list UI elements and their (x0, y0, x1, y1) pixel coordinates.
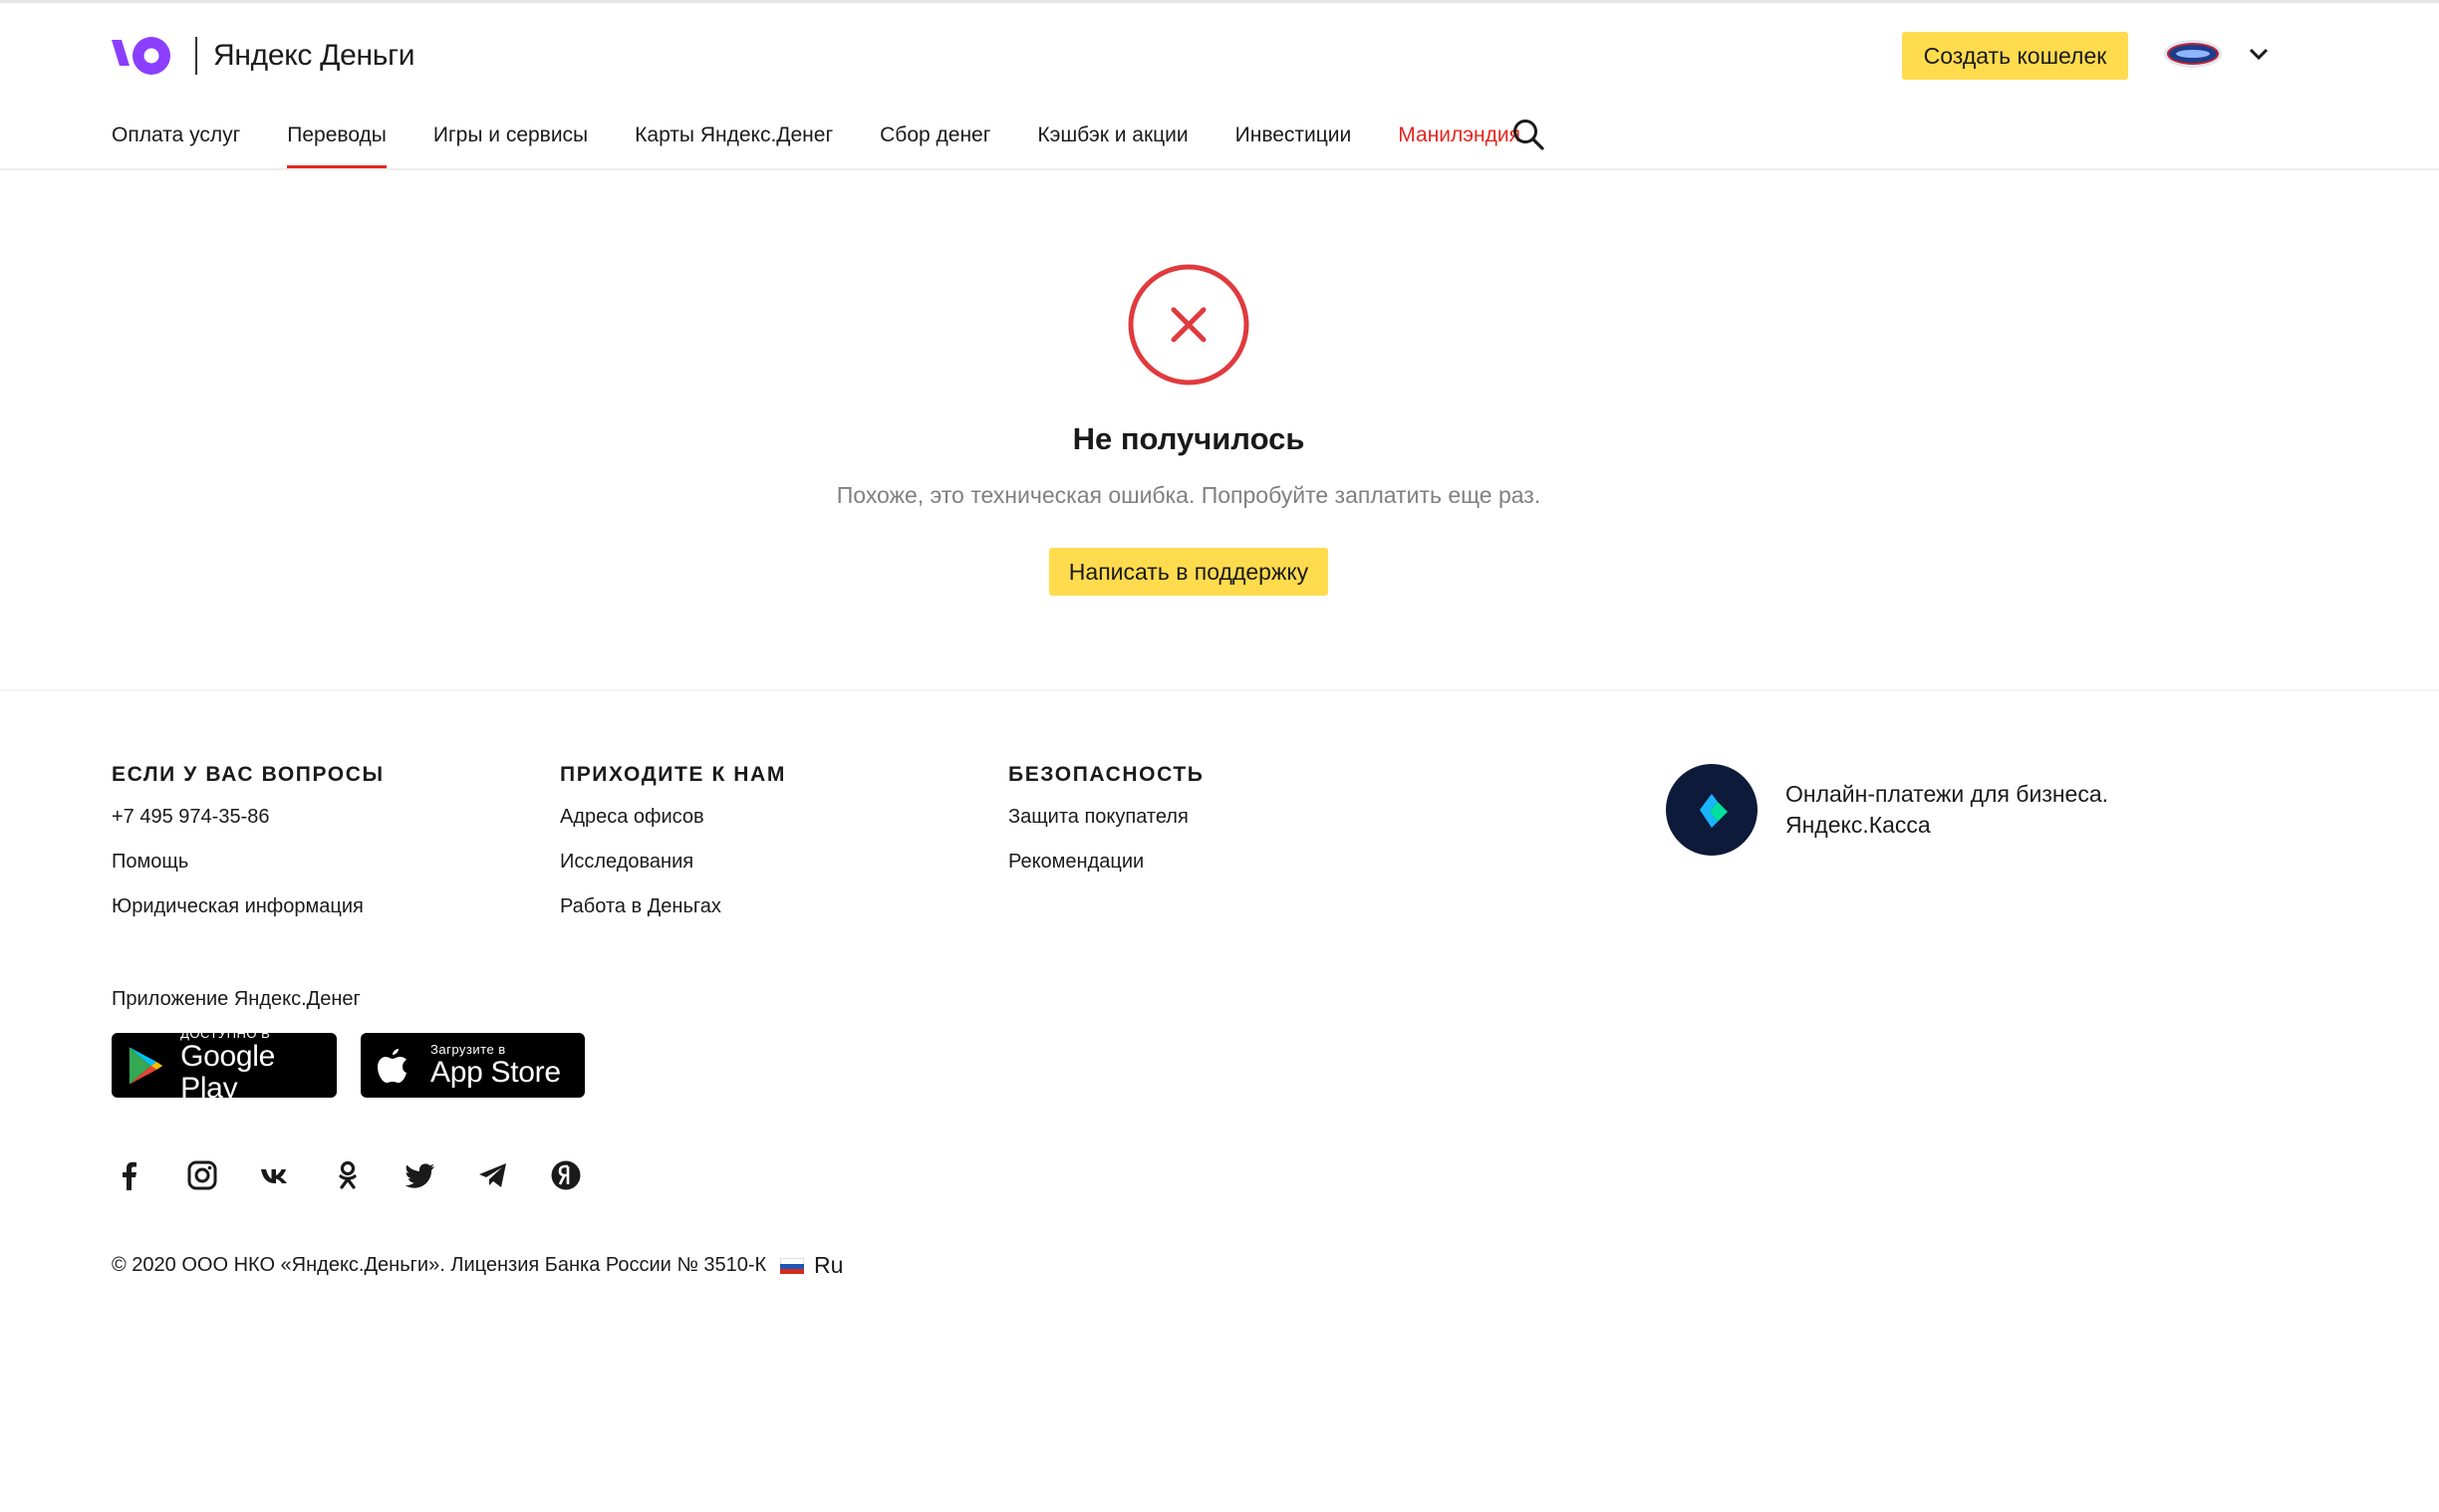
yoomoney-logo-icon (112, 37, 170, 75)
instagram-icon[interactable] (184, 1157, 220, 1193)
kassa-text: Онлайн-платежи для бизнеса. Яндекс.Касса (1785, 779, 2108, 841)
odnoklassniki-icon[interactable] (330, 1157, 366, 1193)
footer-divider (0, 689, 2439, 691)
nav-item-games[interactable]: Игры и сервисы (433, 118, 588, 169)
footer-column-security: БЕЗОПАСНОСТЬ Защита покупателя Рекоменда… (1008, 763, 1204, 893)
error-subtitle: Похоже, это техническая ошибка. Попробуй… (836, 482, 1541, 508)
chevron-down-icon (2249, 48, 2269, 61)
nav-item-moneyland[interactable]: Манилэндия (1398, 118, 1520, 169)
yandex-money-logo[interactable]: Яндекс Деньги (112, 36, 415, 76)
nav-item-transfers[interactable]: Переводы (287, 118, 387, 169)
footer-column-questions: ЕСЛИ У ВАС ВОПРОСЫ +7 495 974-35-86 Помо… (112, 763, 385, 938)
nav-item-cards[interactable]: Карты Яндекс.Денег (635, 118, 833, 169)
apple-icon (378, 1048, 406, 1083)
app-store-button[interactable]: Загрузите в App Store (361, 1033, 585, 1098)
social-links (112, 1157, 621, 1193)
footer-column-title: ПРИХОДИТЕ К НАМ (560, 763, 786, 786)
avatar (2164, 40, 2222, 68)
kassa-line-2: Яндекс.Касса (1785, 812, 1931, 838)
google-play-big-text: Google Play (180, 1040, 276, 1105)
footer-link-phone[interactable]: +7 495 974-35-86 (112, 804, 385, 849)
footer-column-title: ЕСЛИ У ВАС ВОПРОСЫ (112, 763, 385, 786)
footer-column-title: БЕЗОПАСНОСТЬ (1008, 763, 1205, 786)
vk-icon[interactable] (257, 1157, 293, 1193)
top-border (0, 0, 2439, 3)
kassa-logo-icon (1666, 764, 1758, 856)
footer-link-buyer-protection[interactable]: Защита покупателя (1008, 804, 1204, 849)
create-wallet-button[interactable]: Создать кошелек (1902, 32, 2128, 80)
user-menu[interactable] (2164, 40, 2270, 68)
footer-column-visit: ПРИХОДИТЕ К НАМ Адреса офисов Исследован… (560, 763, 786, 938)
contact-support-button[interactable]: Написать в поддержку (1049, 548, 1328, 596)
russia-flag-icon (780, 1257, 804, 1274)
language-label: Ru (814, 1252, 844, 1278)
logo-text: Яндекс Деньги (213, 39, 415, 72)
twitter-icon[interactable] (403, 1157, 438, 1193)
app-store-small-text: Загрузите в (430, 1042, 506, 1057)
google-play-button[interactable]: ДОСТУПНО В Google Play (112, 1026, 337, 1105)
nav-item-cashback[interactable]: Кэшбэк и акции (1037, 118, 1188, 169)
language-switcher[interactable]: Ru (780, 1252, 843, 1279)
app-store-big-text: App Store (430, 1056, 561, 1089)
app-label: Приложение Яндекс.Денег (112, 988, 361, 1010)
search-icon[interactable] (1511, 118, 1545, 151)
nav-item-fundraising[interactable]: Сбор денег (880, 118, 990, 169)
google-play-small-text: ДОСТУПНО В (180, 1026, 271, 1041)
kassa-promo[interactable]: Онлайн-платежи для бизнеса. Яндекс.Касса (1666, 764, 2108, 856)
copyright: © 2020 ООО НКО «Яндекс.Деньги». Лицензия… (112, 1254, 767, 1276)
nav-item-payments[interactable]: Оплата услуг (112, 118, 240, 169)
telegram-icon[interactable] (475, 1157, 511, 1193)
google-play-icon (129, 1046, 163, 1085)
footer-link-careers[interactable]: Работа в Деньгах (560, 893, 786, 938)
kassa-line-1: Онлайн-платежи для бизнеса. (1785, 781, 2109, 807)
footer-link-offices[interactable]: Адреса офисов (560, 804, 786, 849)
yandex-zen-icon[interactable] (548, 1157, 584, 1193)
footer-link-recommendations[interactable]: Рекомендации (1008, 849, 1204, 893)
nav-item-investments[interactable]: Инвестиции (1235, 118, 1352, 169)
logo-separator (195, 37, 197, 75)
error-title: Не получилось (1072, 421, 1305, 456)
footer-link-help[interactable]: Помощь (112, 849, 385, 893)
header-divider (0, 168, 2439, 170)
main-nav: Оплата услуг Переводы Игры и сервисы Кар… (112, 118, 1567, 169)
error-icon (1128, 264, 1249, 385)
facebook-icon[interactable] (112, 1157, 147, 1193)
footer-link-legal[interactable]: Юридическая информация (112, 893, 385, 938)
footer-link-research[interactable]: Исследования (560, 849, 786, 893)
